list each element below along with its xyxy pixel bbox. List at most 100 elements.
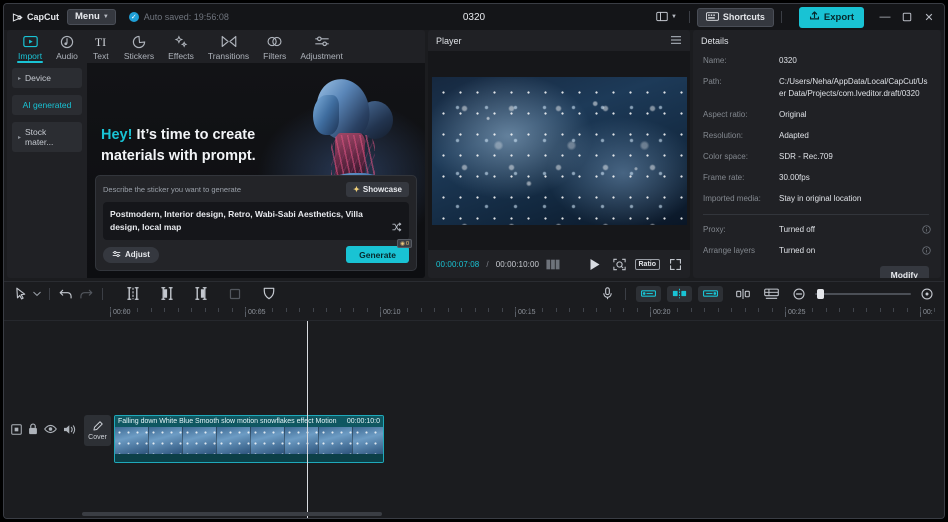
shortcuts-button[interactable]: Shortcuts xyxy=(696,7,774,27)
sidebar-item-device[interactable]: ▸ Device xyxy=(12,68,82,88)
focus-icon[interactable] xyxy=(612,258,626,271)
details-row-path: Path: C:/Users/Neha/AppData/Local/CapCut… xyxy=(703,76,929,100)
clip-mirror-icon[interactable] xyxy=(667,285,692,302)
filmstrip-icon[interactable] xyxy=(546,259,560,270)
ruler-tick xyxy=(110,308,111,312)
prompt-input[interactable]: Postmodern, Interior design, Retro, Wabi… xyxy=(103,202,409,240)
trim-right-icon[interactable] xyxy=(191,284,211,304)
clip-unlink-icon[interactable] xyxy=(698,285,723,302)
showcase-label: Showcase xyxy=(362,185,402,195)
ruler-tick xyxy=(839,308,840,312)
showcase-button[interactable]: ✦ Showcase xyxy=(346,182,409,198)
import-icon xyxy=(22,34,38,49)
player-title: Player xyxy=(436,35,462,46)
tab-audio[interactable]: Audio xyxy=(50,32,84,61)
details-value: Turned on xyxy=(779,246,816,255)
sidebar-item-ai-generated[interactable]: AI generated xyxy=(12,95,82,115)
play-icon[interactable] xyxy=(589,258,601,271)
split-sync-icon[interactable] xyxy=(733,284,753,304)
info-icon[interactable] xyxy=(922,225,931,238)
export-button[interactable]: Export xyxy=(798,6,864,28)
autosave-status: ✓ Auto saved: 19:56:08 xyxy=(128,12,229,22)
prompt-label: Describe the sticker you want to generat… xyxy=(103,185,241,195)
scrollbar-thumb[interactable] xyxy=(82,512,382,516)
window-controls: — ✕ xyxy=(874,7,940,27)
menu-button-label: Menu xyxy=(75,10,100,22)
info-icon[interactable] xyxy=(922,246,931,259)
frame-icon[interactable] xyxy=(11,423,22,435)
autosave-label: Auto saved: 19:56:08 xyxy=(143,12,229,22)
ruler-tick xyxy=(488,308,489,312)
eye-icon[interactable] xyxy=(44,423,57,435)
sidebar-item-stock-materials[interactable]: ▸ Stock mater... xyxy=(12,122,82,152)
lock-icon[interactable] xyxy=(28,423,38,435)
details-key: Path: xyxy=(703,77,722,86)
ruler-tick xyxy=(825,308,827,312)
shuffle-icon[interactable] xyxy=(392,222,403,235)
maximize-button[interactable] xyxy=(896,7,918,27)
menu-button[interactable]: Menu ▼ xyxy=(67,8,116,26)
trim-left-icon[interactable] xyxy=(157,284,177,304)
tab-transitions[interactable]: Transitions xyxy=(202,32,255,61)
clip-thumbnails xyxy=(115,427,383,454)
microphone-icon[interactable] xyxy=(597,284,617,304)
details-value: 30.00fps xyxy=(779,173,810,182)
minimize-button[interactable]: — xyxy=(874,7,896,27)
timeline-scrollbar[interactable] xyxy=(4,512,944,517)
layout-button[interactable]: ▼ xyxy=(651,8,682,27)
mask-icon[interactable] xyxy=(259,284,279,304)
tab-import[interactable]: Import xyxy=(12,32,48,63)
close-button[interactable]: ✕ xyxy=(918,7,940,27)
tab-active-indicator xyxy=(17,61,44,63)
timeline-zoom-slider[interactable] xyxy=(815,288,911,299)
coin-icon: ◉ xyxy=(400,240,405,247)
ruler-tick xyxy=(447,308,449,312)
clip-audio-strip xyxy=(115,454,383,462)
details-key: Imported media: xyxy=(703,194,761,203)
undo-icon[interactable] xyxy=(56,284,76,304)
details-row-frame-rate: Frame rate: 30.00fps xyxy=(703,172,929,184)
adjust-button[interactable]: Adjust xyxy=(103,246,159,263)
slider-knob[interactable] xyxy=(817,288,824,299)
tab-text[interactable]: TI Text xyxy=(86,32,116,61)
playhead[interactable] xyxy=(307,321,308,518)
chevron-down-icon: ▼ xyxy=(102,13,109,20)
tab-adjustment[interactable]: Adjustment xyxy=(294,32,349,61)
tab-effects[interactable]: Effects xyxy=(162,32,200,61)
prompt-card: Describe the sticker you want to generat… xyxy=(95,175,417,271)
ruler-tick xyxy=(609,308,611,312)
credit-count: 0 xyxy=(405,240,409,247)
zoom-out-icon[interactable] xyxy=(789,284,809,304)
slider-track xyxy=(815,288,911,299)
generate-button[interactable]: Generate xyxy=(346,246,409,263)
chevron-down-icon[interactable] xyxy=(31,284,43,304)
ruler-tick xyxy=(123,308,125,312)
timeline-ruler[interactable]: 00:00 00:05 00:10 00:15 00:20 00:25 00: xyxy=(4,305,944,321)
fullscreen-icon[interactable] xyxy=(669,258,682,271)
divider xyxy=(625,287,626,300)
ruler-tick xyxy=(690,308,692,312)
cover-button[interactable]: Cover xyxy=(84,415,111,446)
split-icon[interactable] xyxy=(123,284,143,304)
ratio-button[interactable]: Ratio xyxy=(634,258,660,270)
details-footer: Modify xyxy=(693,266,941,278)
timeline-clip[interactable]: Falling down White Blue Smooth slow moti… xyxy=(114,415,384,463)
modify-button[interactable]: Modify xyxy=(879,266,929,278)
video-preview[interactable] xyxy=(431,76,687,225)
redo-icon[interactable] xyxy=(76,284,96,304)
hero-heading: Hey! It’s time to create materials with … xyxy=(101,125,316,166)
tab-filters[interactable]: Filters xyxy=(257,32,292,61)
cursor-icon[interactable] xyxy=(11,284,31,304)
fit-icon[interactable] xyxy=(917,284,937,304)
track-layout-icon[interactable] xyxy=(761,284,781,304)
cover-pencil-icon xyxy=(92,420,103,433)
player-panel: Player 00:00:07:08 / 00:00:10:00 Ratio xyxy=(428,30,690,278)
hamburger-icon[interactable] xyxy=(670,32,682,50)
delete-icon[interactable] xyxy=(225,284,245,304)
volume-icon[interactable] xyxy=(63,423,76,435)
clip-link-icon[interactable] xyxy=(636,285,661,302)
snowflake-layer xyxy=(431,76,687,225)
tab-stickers[interactable]: Stickers xyxy=(118,32,160,61)
player-right-controls: Ratio xyxy=(612,258,683,271)
details-row-proxy: Proxy: Turned off xyxy=(703,224,931,238)
